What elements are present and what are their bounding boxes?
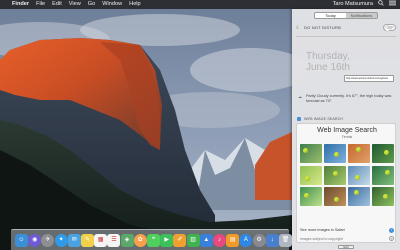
itunes-icon[interactable]: ♪ (213, 234, 226, 247)
image-thumbnail[interactable] (300, 144, 322, 163)
trash-icon[interactable]: 🗑 (279, 234, 292, 247)
image-thumbnail[interactable] (348, 187, 370, 206)
image-grid (300, 144, 394, 206)
copyright-text: Images subject to copyright (300, 237, 343, 241)
tab-today[interactable]: Today (315, 13, 346, 18)
widget-name: WEB IMAGE SEARCH (304, 117, 344, 121)
moon-icon: ☾ (296, 25, 301, 31)
image-thumbnail[interactable] (348, 144, 370, 163)
cloud-icon: ☁ (298, 94, 302, 99)
siri-icon[interactable]: ◉ (28, 234, 42, 247)
image-thumbnail[interactable] (372, 187, 394, 206)
url-field[interactable]: http://www.actionmethod.com/gtis/ex (344, 75, 394, 82)
launchpad-icon[interactable]: ✈ (41, 234, 55, 247)
user-name[interactable]: Taro Matsumura (333, 0, 373, 9)
notes-icon[interactable]: ✎ (81, 234, 94, 247)
divider (296, 36, 396, 37)
widget-title: Web Image Search (317, 127, 377, 134)
date-day: June 16th (306, 62, 350, 73)
menu-help[interactable]: Help (129, 0, 141, 9)
menu-go[interactable]: Go (88, 0, 95, 9)
ibooks-icon[interactable]: ▤ (226, 234, 240, 247)
copyright-row: Images subject to copyright ? (300, 236, 394, 242)
notification-center-panel: Today Notifications ☾ DO NOT DISTURB OFF… (292, 9, 400, 250)
image-thumbnail[interactable] (300, 187, 322, 206)
menu-edit[interactable]: Edit (52, 0, 62, 9)
image-thumbnail[interactable] (300, 165, 322, 185)
web-image-search-icon (297, 117, 301, 121)
downloads-icon[interactable]: ↓ (265, 234, 279, 247)
menu-file[interactable]: File (36, 0, 45, 9)
dnd-toggle[interactable]: OFF (383, 24, 396, 31)
reminders-icon[interactable]: ☰ (107, 234, 121, 247)
help-icon[interactable]: ? (389, 236, 394, 241)
image-thumbnail[interactable] (324, 144, 346, 163)
safari-icon[interactable]: ✦ (54, 234, 68, 247)
dock: ☺ ◉ ✈ ✦ ✉ ✎ ▦ ☰ ◈ ✿ ❝ ▶ ✐ ▥ ▲ ♪ ▤ A ⚙ ↓ 🗑 (11, 229, 292, 250)
mail-icon[interactable]: ✉ (67, 234, 81, 247)
numbers-icon[interactable]: ▥ (186, 234, 200, 247)
keynote-icon[interactable]: ▲ (199, 234, 213, 247)
facetime-icon[interactable]: ▶ (160, 234, 174, 247)
widget-header: WEB IMAGE SEARCH (296, 115, 396, 123)
menu-view[interactable]: View (69, 0, 81, 9)
image-thumbnail[interactable] (324, 187, 346, 206)
dnd-label: DO NOT DISTURB (304, 25, 341, 30)
do-not-disturb-row: ☾ DO NOT DISTURB OFF (296, 23, 396, 33)
finder-icon[interactable]: ☺ (15, 234, 28, 247)
web-image-search-widget: Web Image Search Tennis See more images … (296, 123, 396, 243)
edit-button[interactable]: Edit (338, 245, 354, 249)
weather-text: Partly Cloudy currently. It’s 67°, the h… (306, 94, 392, 103)
pages-icon[interactable]: ✐ (173, 234, 187, 247)
see-more-label: See more images in Safari (300, 228, 345, 232)
toggle-state: OFF (386, 26, 394, 30)
see-more-link[interactable]: See more images in Safari › (300, 227, 394, 233)
app-store-icon[interactable]: A (239, 234, 253, 247)
tab-notifications[interactable]: Notifications (346, 13, 377, 18)
messages-icon[interactable]: ❝ (147, 234, 160, 247)
menu-window[interactable]: Window (102, 0, 122, 9)
menu-bar-status: Taro Matsumura (328, 0, 396, 9)
today-date: Thursday, June 16th (306, 51, 350, 73)
arrow-right-icon[interactable]: › (389, 227, 394, 233)
nc-tab-control: Today Notifications (314, 12, 378, 19)
menu-finder[interactable]: Finder (12, 0, 29, 9)
date-weekday: Thursday, (306, 51, 350, 62)
maps-icon[interactable]: ◈ (120, 234, 134, 247)
image-thumbnail[interactable] (372, 144, 394, 163)
image-thumbnail[interactable] (372, 165, 394, 185)
menu-bar: Finder File Edit View Go Window Help Tar… (0, 0, 400, 9)
photos-icon[interactable]: ✿ (133, 234, 147, 247)
image-thumbnail[interactable] (348, 165, 370, 185)
search-query: Tennis (341, 135, 353, 139)
calendar-icon[interactable]: ▦ (94, 234, 108, 247)
system-preferences-icon[interactable]: ⚙ (252, 234, 266, 247)
image-thumbnail[interactable] (324, 165, 346, 185)
